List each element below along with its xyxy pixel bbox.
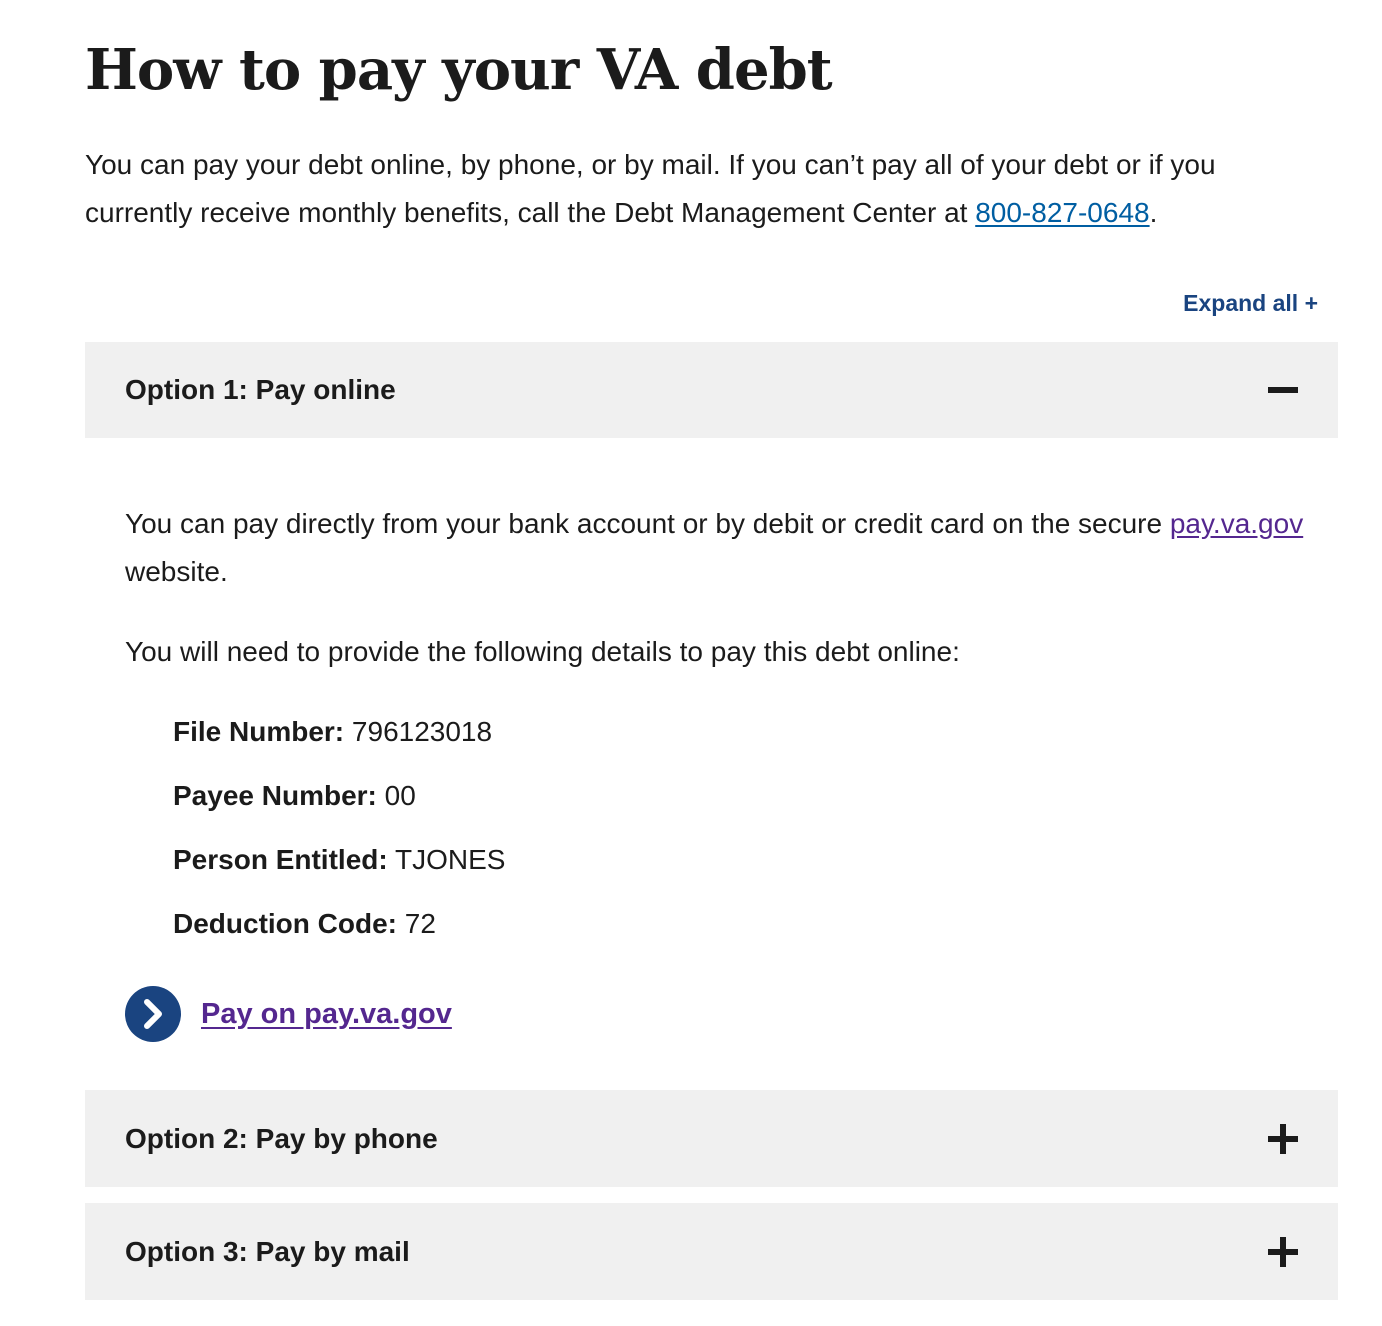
minus-icon (1268, 375, 1298, 405)
detail-value: 796123018 (351, 716, 493, 747)
chevron-right-circle-icon (125, 986, 181, 1042)
plus-icon (1268, 1123, 1298, 1154)
intro-paragraph: You can pay your debt online, by phone, … (85, 141, 1325, 237)
detail-file-number: File Number: 796123018 (173, 712, 492, 752)
detail-value: 72 (404, 908, 436, 939)
intro-text-end: . (1149, 197, 1158, 228)
dmc-phone-link[interactable]: 800-827-0648 (975, 197, 1149, 228)
plus-icon (1268, 1236, 1298, 1267)
detail-label: Deduction Code: (173, 908, 397, 939)
accordion-title: Option 2: Pay by phone (125, 1122, 438, 1154)
detail-value: TJONES (394, 844, 506, 875)
detail-deduction-code: Deduction Code: 72 (173, 904, 436, 944)
pay-online-description: You can pay directly from your bank acco… (125, 500, 1305, 596)
detail-value: 00 (384, 780, 416, 811)
pay-online-text: You can pay directly from your bank acco… (125, 508, 1170, 539)
action-link-label: Pay on pay.va.gov (201, 997, 452, 1030)
detail-payee-number: Payee Number: 00 (173, 776, 416, 816)
accordion-header-pay-by-mail[interactable]: Option 3: Pay by mail (85, 1203, 1338, 1300)
page-title: How to pay your VA debt (85, 37, 833, 103)
detail-person-entitled: Person Entitled: TJONES (173, 840, 505, 880)
pay-va-gov-link[interactable]: pay.va.gov (1170, 508, 1303, 539)
pay-on-pay-va-gov-action-link[interactable]: Pay on pay.va.gov (125, 986, 452, 1042)
accordion-title: Option 1: Pay online (125, 374, 396, 405)
pay-online-text-end: website. (125, 556, 228, 587)
detail-label: Payee Number: (173, 780, 377, 811)
detail-label: File Number: (173, 716, 345, 747)
accordion-header-pay-by-phone[interactable]: Option 2: Pay by phone (85, 1090, 1338, 1187)
expand-all-button[interactable]: Expand all + (1183, 290, 1318, 317)
details-intro: You will need to provide the following d… (125, 636, 960, 667)
accordion-header-pay-online[interactable]: Option 1: Pay online (85, 342, 1338, 438)
detail-label: Person Entitled: (173, 844, 388, 875)
accordion-title: Option 3: Pay by mail (125, 1235, 410, 1267)
